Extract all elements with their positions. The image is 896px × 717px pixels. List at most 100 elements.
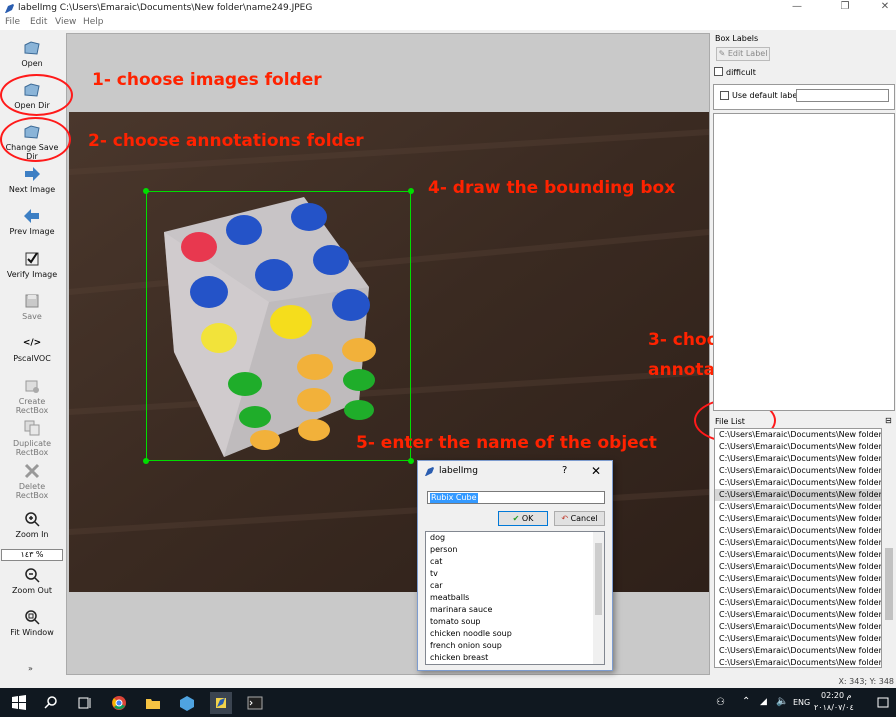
label-suggestion-list[interactable]: dog person cat tv car meatballs marinara sauce… — [425, 531, 605, 665]
search-icon[interactable] — [40, 692, 62, 714]
file-list-item[interactable]: C:\Users\Emaraic\Documents\New folder\na — [715, 501, 881, 513]
label-suggestion-item[interactable]: tomato soup — [426, 616, 604, 628]
restore-button[interactable]: ❐ — [838, 1, 852, 13]
volume-muted-icon[interactable]: 🔈 — [776, 696, 788, 707]
scrollbar-thumb[interactable] — [885, 548, 893, 620]
menu-edit[interactable]: Edit — [30, 17, 47, 27]
file-list-item[interactable]: C:\Users\Emaraic\Documents\New folder\na — [715, 537, 881, 549]
app-cube-icon[interactable] — [176, 692, 198, 714]
input-language[interactable]: ENG — [793, 698, 810, 707]
difficult-checkbox[interactable] — [714, 67, 723, 76]
label-name-input[interactable]: Rubix Cube — [427, 491, 605, 504]
label-suggestion-item[interactable]: person — [426, 544, 604, 556]
file-list[interactable]: C:\Users\Emaraic\Documents\New folder\na… — [714, 428, 882, 668]
file-list-item[interactable]: C:\Users\Emaraic\Documents\New folder\na — [715, 513, 881, 525]
label-suggestion-item[interactable]: tv — [426, 568, 604, 580]
file-list-item[interactable]: C:\Users\Emaraic\Documents\New folder\na — [715, 597, 881, 609]
file-explorer-icon[interactable] — [142, 692, 164, 714]
folder-icon — [24, 41, 40, 55]
dialog-close-button[interactable]: ✕ — [591, 464, 601, 478]
file-list-item[interactable]: C:\Users\Emaraic\Documents\New folder\na — [715, 465, 881, 477]
file-list-scrollbar[interactable] — [883, 428, 895, 668]
help-button[interactable]: ? — [562, 465, 567, 476]
menu-view[interactable]: View — [55, 17, 76, 27]
network-icon[interactable]: ◢ — [760, 697, 767, 707]
file-list-item[interactable]: C:\Users\Emaraic\Documents\New folder\na — [715, 489, 881, 501]
zoom-out-button[interactable]: Zoom Out — [0, 566, 64, 595]
file-list-item[interactable]: C:\Users\Emaraic\Documents\New folder\na — [715, 525, 881, 537]
edit-label-button[interactable]: ✎ Edit Label — [716, 47, 770, 61]
file-list-item[interactable]: C:\Users\Emaraic\Documents\New folder\na — [715, 657, 881, 667]
default-label-input[interactable] — [796, 89, 889, 102]
file-list-item[interactable]: C:\Users\Emaraic\Documents\New folder\na — [715, 477, 881, 489]
create-box-icon — [25, 380, 39, 393]
dialog-title: labelImg — [439, 466, 478, 476]
menu-file[interactable]: File — [5, 17, 20, 27]
verify-image-button[interactable]: Verify Image — [0, 250, 64, 279]
label-suggestion-item[interactable]: dog — [426, 532, 604, 544]
clock-time[interactable]: 02:20 م — [821, 691, 852, 700]
format-toggle-button[interactable]: </> PscalVOC — [0, 334, 64, 363]
bbox-vertex-handle[interactable] — [143, 458, 149, 464]
zoom-in-icon — [25, 512, 40, 527]
label-suggestion-item[interactable]: car — [426, 580, 604, 592]
file-list-item[interactable]: C:\Users\Emaraic\Documents\New folder\na — [715, 441, 881, 453]
file-list-item[interactable]: C:\Users\Emaraic\Documents\New folder\na — [715, 609, 881, 621]
create-rectbox-button[interactable]: Create RectBox — [0, 377, 64, 415]
close-window-button[interactable]: ✕ — [878, 1, 892, 13]
label-suggestion-item[interactable]: cat — [426, 556, 604, 568]
save-button[interactable]: Save — [0, 292, 64, 321]
file-list-item[interactable]: C:\Users\Emaraic\Documents\New folder\na — [715, 429, 881, 441]
file-list-item[interactable]: C:\Users\Emaraic\Documents\New folder\na — [715, 585, 881, 597]
file-list-item[interactable]: C:\Users\Emaraic\Documents\New folder\na — [715, 549, 881, 561]
menu-bar: File Edit View Help — [0, 16, 896, 30]
delete-rectbox-button[interactable]: Delete RectBox — [0, 462, 64, 500]
file-list-item[interactable]: C:\Users\Emaraic\Documents\New folder\na — [715, 573, 881, 585]
highlight-oval-open-dir — [0, 74, 73, 116]
label-dialog: labelImg ? ✕ Rubix Cube ✔ OK ↶ Cancel do… — [417, 460, 613, 671]
minimize-button[interactable]: — — [790, 1, 804, 13]
people-icon[interactable]: ⚇ — [716, 697, 725, 708]
label-suggestion-item[interactable]: chicken noodle soup — [426, 628, 604, 640]
label-suggestion-item[interactable]: meatballs — [426, 592, 604, 604]
next-image-button[interactable]: Next Image — [0, 165, 64, 194]
file-list-item[interactable]: C:\Users\Emaraic\Documents\New folder\na — [715, 561, 881, 573]
chrome-icon[interactable] — [108, 692, 130, 714]
labelimg-app-icon — [5, 4, 14, 13]
label-list[interactable] — [713, 113, 895, 411]
chevron-up-icon[interactable]: ⌃ — [742, 696, 750, 707]
clock-date[interactable]: ٢٠١٨/٠٧/٠٤ — [814, 703, 854, 712]
file-list-item[interactable]: C:\Users\Emaraic\Documents\New folder\na — [715, 645, 881, 657]
prev-image-button[interactable]: Prev Image — [0, 207, 64, 236]
zoom-in-button[interactable]: Zoom In — [0, 510, 64, 539]
use-default-label-checkbox[interactable] — [720, 91, 729, 100]
labelimg-taskbar-icon[interactable] — [210, 692, 232, 714]
ok-button[interactable]: ✔ OK — [498, 511, 548, 526]
bounding-box[interactable] — [146, 191, 411, 461]
cancel-button[interactable]: ↶ Cancel — [554, 511, 605, 526]
toolbar-overflow-chevron-icon[interactable]: » — [28, 664, 33, 673]
dialog-list-scrollbar[interactable] — [593, 532, 604, 664]
terminal-icon[interactable] — [244, 692, 266, 714]
difficult-label: difficult — [726, 68, 756, 77]
notifications-icon[interactable] — [872, 692, 894, 714]
scrollbar-thumb[interactable] — [595, 543, 602, 615]
open-button[interactable]: Open — [0, 39, 64, 68]
file-list-item[interactable]: C:\Users\Emaraic\Documents\New folder\na — [715, 621, 881, 633]
task-view-icon[interactable] — [74, 692, 96, 714]
file-list-item[interactable]: C:\Users\Emaraic\Documents\New folder\na — [715, 633, 881, 645]
menu-help[interactable]: Help — [83, 17, 104, 27]
windows-start-icon[interactable] — [8, 692, 30, 714]
file-list-item[interactable]: C:\Users\Emaraic\Documents\New folder\na — [715, 453, 881, 465]
bbox-vertex-handle[interactable] — [408, 458, 414, 464]
duplicate-rectbox-button[interactable]: Duplicate RectBox — [0, 419, 64, 457]
label-suggestion-item[interactable]: chicken breast — [426, 652, 604, 664]
cursor-coordinates: X: 343; Y: 348 — [838, 677, 894, 686]
label-suggestion-item[interactable]: french onion soup — [426, 640, 604, 652]
bbox-vertex-handle[interactable] — [143, 188, 149, 194]
label-suggestion-item[interactable]: marinara sauce — [426, 604, 604, 616]
bbox-vertex-handle[interactable] — [408, 188, 414, 194]
zoom-value-spinbox[interactable]: ١٤٣ % — [1, 549, 63, 561]
dock-float-icon[interactable]: ⊟ — [885, 416, 892, 425]
fit-window-button[interactable]: Fit Window — [0, 608, 64, 637]
